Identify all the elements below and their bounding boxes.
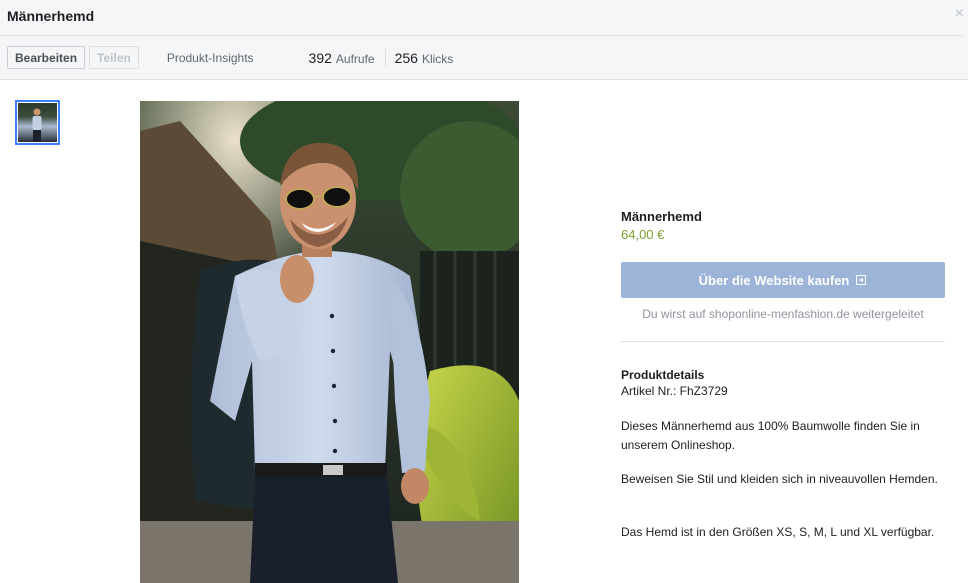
details-title: Produktdetails [621,368,705,382]
header-divider [0,35,963,36]
clicks-label: Klicks [421,51,454,66]
share-button[interactable]: Teilen [89,46,139,69]
panel-divider [621,341,945,342]
external-link-icon [856,275,867,285]
product-panel: Männerhemd 64,00 € Über die Website kauf… [621,207,945,542]
buy-button-label: Über die Website kaufen [698,272,850,288]
description-paragraph: Das Hemd ist in den Größen XS, S, M, L u… [621,525,935,539]
dialog-header: Männerhemd × Bearbeiten Teilen Produkt-I… [0,0,968,80]
views-stat: 392 Aufrufe [309,50,375,66]
product-photo [140,101,519,583]
clicks-stat: 256 Klicks [395,50,454,66]
product-name: Männerhemd [621,209,702,224]
product-thumbnail[interactable] [15,100,60,145]
edit-button[interactable]: Bearbeiten [7,46,86,69]
description-paragraph: Dieses Männerhemd aus 100% Baumwolle fin… [621,419,920,452]
close-icon[interactable]: × [955,6,964,22]
redirect-note: Du wirst auf shoponline-menfashion.de we… [642,307,924,321]
thumbnail-figure [32,108,42,142]
views-label: Aufrufe [335,51,375,66]
stat-divider [384,48,386,67]
dialog-title: Männerhemd [7,8,95,24]
article-number: Artikel Nr.: FhZ3729 [621,384,728,398]
buy-on-website-button[interactable]: Über die Website kaufen [621,262,945,298]
clicks-count: 256 [394,49,418,66]
toolbar: Bearbeiten Teilen Produkt-Insights 392 A… [7,46,453,69]
product-insights-label: Produkt-Insights [166,50,254,65]
views-count: 392 [308,49,332,66]
description-paragraph: Beweisen Sie Stil und kleiden sich in ni… [621,472,938,486]
product-price: 64,00 € [621,227,665,242]
thumbnail-image [18,103,57,142]
